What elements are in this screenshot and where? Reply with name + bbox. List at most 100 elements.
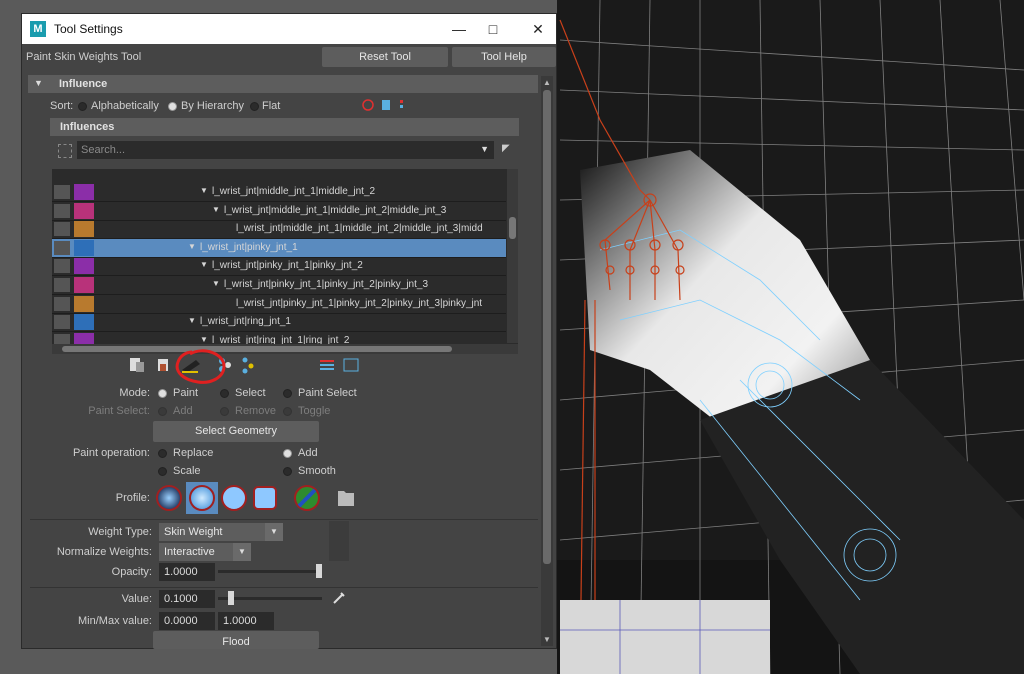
gaussian-brush-icon[interactable]	[157, 484, 183, 510]
folder-icon[interactable]	[336, 488, 354, 506]
influence-row-label: l_wrist_jnt|pinky_jnt_1|pinky_jnt_2|pink…	[236, 297, 483, 309]
soft-brush-icon[interactable]	[186, 482, 218, 514]
eyedropper-icon[interactable]	[332, 591, 346, 605]
value-field[interactable]: 0.1000	[159, 590, 215, 608]
weight-type-label: Weight Type:	[88, 526, 152, 538]
opacity-field[interactable]: 1.0000	[159, 563, 215, 581]
influence-color-swatch[interactable]	[74, 277, 94, 293]
maximize-button[interactable]: □	[478, 18, 508, 40]
mode-paint-select-radio[interactable]	[283, 389, 292, 398]
influence-color-swatch[interactable]	[74, 258, 94, 275]
vertical-scroll-thumb[interactable]	[509, 217, 516, 239]
close-button[interactable]: ✕	[523, 18, 553, 40]
solid-brush-icon[interactable]	[221, 484, 247, 510]
influence-row[interactable]: l_wrist_jnt|middle_jnt_1|middle_jnt_2|mi…	[52, 220, 506, 240]
expand-arrow-icon[interactable]: ▼	[200, 260, 208, 269]
expand-arrow-icon[interactable]: ▼	[200, 186, 208, 195]
list-vertical-scrollbar[interactable]	[507, 169, 518, 343]
reset-tool-button[interactable]: Reset Tool	[322, 47, 448, 67]
paint-op-scale-radio[interactable]	[158, 467, 167, 476]
paint-select-toggle-label: Toggle	[298, 405, 331, 417]
influence-list[interactable]: ▼ l_wrist_jnt|middle_jnt_1|middle_jnt_2 ▼ l…	[52, 169, 518, 354]
lock-icon[interactable]	[54, 296, 70, 311]
paint-op-add-label: Add	[298, 447, 318, 459]
influence-color-swatch[interactable]	[74, 221, 94, 238]
influence-color-swatch[interactable]	[74, 295, 94, 312]
sort-by-hierarchy-radio[interactable]	[168, 102, 177, 111]
lock-icon[interactable]	[54, 278, 70, 292]
paste-weights-icon[interactable]	[158, 356, 174, 374]
influence-row[interactable]: ▼ l_wrist_jnt|pinky_jnt_1	[52, 238, 506, 258]
square-brush-icon[interactable]	[254, 484, 280, 510]
influence-color-swatch[interactable]	[74, 239, 94, 256]
scroll-down-arrow-icon[interactable]: ▼	[543, 635, 551, 644]
scroll-up-arrow-icon[interactable]: ▲	[543, 78, 551, 87]
pin-icon[interactable]: ◤	[502, 143, 510, 154]
lock-icon[interactable]	[54, 222, 70, 237]
list-view-icon[interactable]	[342, 356, 360, 374]
opacity-slider-handle[interactable]	[316, 564, 322, 578]
filter-icon[interactable]	[58, 144, 72, 158]
opacity-slider[interactable]	[218, 564, 322, 578]
influence-row[interactable]: ▼ l_wrist_jnt|pinky_jnt_1|pinky_jnt_2|pin…	[52, 276, 506, 295]
normalize-weights-dropdown[interactable]: Interactive ▼	[159, 543, 251, 561]
lock-icon[interactable]	[54, 240, 70, 255]
copy-weights-icon[interactable]	[130, 356, 146, 374]
select-joints-icon[interactable]	[217, 356, 233, 374]
expand-arrow-icon[interactable]: ▼	[212, 279, 220, 288]
influence-color-swatch[interactable]	[74, 314, 94, 331]
main-scroll-thumb[interactable]	[543, 90, 551, 564]
max-value-field[interactable]: 1.0000	[218, 612, 274, 630]
influence-search-input[interactable]: Search... ▼	[77, 141, 494, 159]
tool-help-button[interactable]: Tool Help	[452, 47, 556, 67]
chevron-down-icon: ▼	[233, 543, 251, 561]
paint-select-add-radio[interactable]	[158, 407, 167, 416]
expand-list-icon[interactable]	[318, 356, 336, 374]
paint-select-toggle-radio[interactable]	[283, 407, 292, 416]
flood-button[interactable]: Flood	[153, 631, 319, 649]
expand-arrow-icon[interactable]: ▼	[212, 205, 220, 214]
influence-row[interactable]: l_wrist_jnt|pinky_jnt_1|pinky_jnt_2|pink…	[52, 295, 506, 314]
influence-row[interactable]: ▼ l_wrist_jnt|middle_jnt_1|middle_jnt_2|m…	[52, 202, 506, 221]
paint-select-remove-radio[interactable]	[220, 407, 229, 416]
value-slider-handle[interactable]	[227, 591, 234, 605]
mode-paint-label: Paint	[173, 387, 199, 399]
main-vertical-scrollbar[interactable]: ▲ ▼	[541, 76, 553, 646]
influence-color-swatch[interactable]	[74, 184, 94, 200]
collapse-arrow-icon: ▼	[34, 78, 43, 88]
influence-section-header[interactable]: ▼ Influence	[28, 75, 538, 93]
image-brush-icon[interactable]	[294, 484, 320, 510]
sort-tools-icon[interactable]	[362, 98, 422, 112]
select-geometry-button[interactable]: Select Geometry	[153, 421, 319, 442]
mode-paint-radio[interactable]	[158, 389, 167, 398]
lock-icon[interactable]	[54, 315, 70, 330]
minimize-button[interactable]: —	[444, 18, 474, 40]
horizontal-scroll-thumb[interactable]	[62, 346, 452, 352]
paint-op-replace-radio[interactable]	[158, 449, 167, 458]
influence-row[interactable]: ▼ l_wrist_jnt|middle_jnt_1|middle_jnt_2	[52, 183, 506, 202]
weight-type-dropdown[interactable]: Skin Weight ▼	[159, 523, 283, 541]
lock-icon[interactable]	[54, 259, 70, 274]
min-value-field[interactable]: 0.0000	[159, 612, 215, 630]
opacity-label: Opacity:	[111, 566, 152, 578]
influence-row[interactable]: ▼ l_wrist_jnt|ring_jnt_1	[52, 313, 506, 333]
influence-row-label: l_wrist_jnt|middle_jnt_1|middle_jnt_2|mi…	[236, 223, 483, 235]
paint-select-add-label: Add	[173, 405, 193, 417]
sort-alphabetically-radio[interactable]	[78, 102, 87, 111]
influence-row[interactable]: ▼ l_wrist_jnt|pinky_jnt_1|pinky_jnt_2	[52, 257, 506, 277]
expand-arrow-icon[interactable]: ▼	[188, 316, 196, 325]
mode-select-radio[interactable]	[220, 389, 229, 398]
sort-flat-radio[interactable]	[250, 102, 259, 111]
influence-color-swatch[interactable]	[74, 202, 94, 219]
paint-brush-icon[interactable]	[179, 355, 209, 373]
value-slider[interactable]	[218, 591, 322, 605]
list-horizontal-scrollbar[interactable]	[52, 344, 518, 354]
paint-operation-label: Paint operation:	[72, 447, 150, 459]
paint-op-add-radio[interactable]	[283, 449, 292, 458]
lock-icon[interactable]	[54, 203, 70, 218]
paint-op-scale-label: Scale	[173, 465, 201, 477]
lock-icon[interactable]	[54, 185, 70, 199]
paint-op-smooth-radio[interactable]	[283, 467, 292, 476]
expand-arrow-icon[interactable]: ▼	[188, 242, 196, 251]
select-verts-icon[interactable]	[240, 356, 256, 374]
